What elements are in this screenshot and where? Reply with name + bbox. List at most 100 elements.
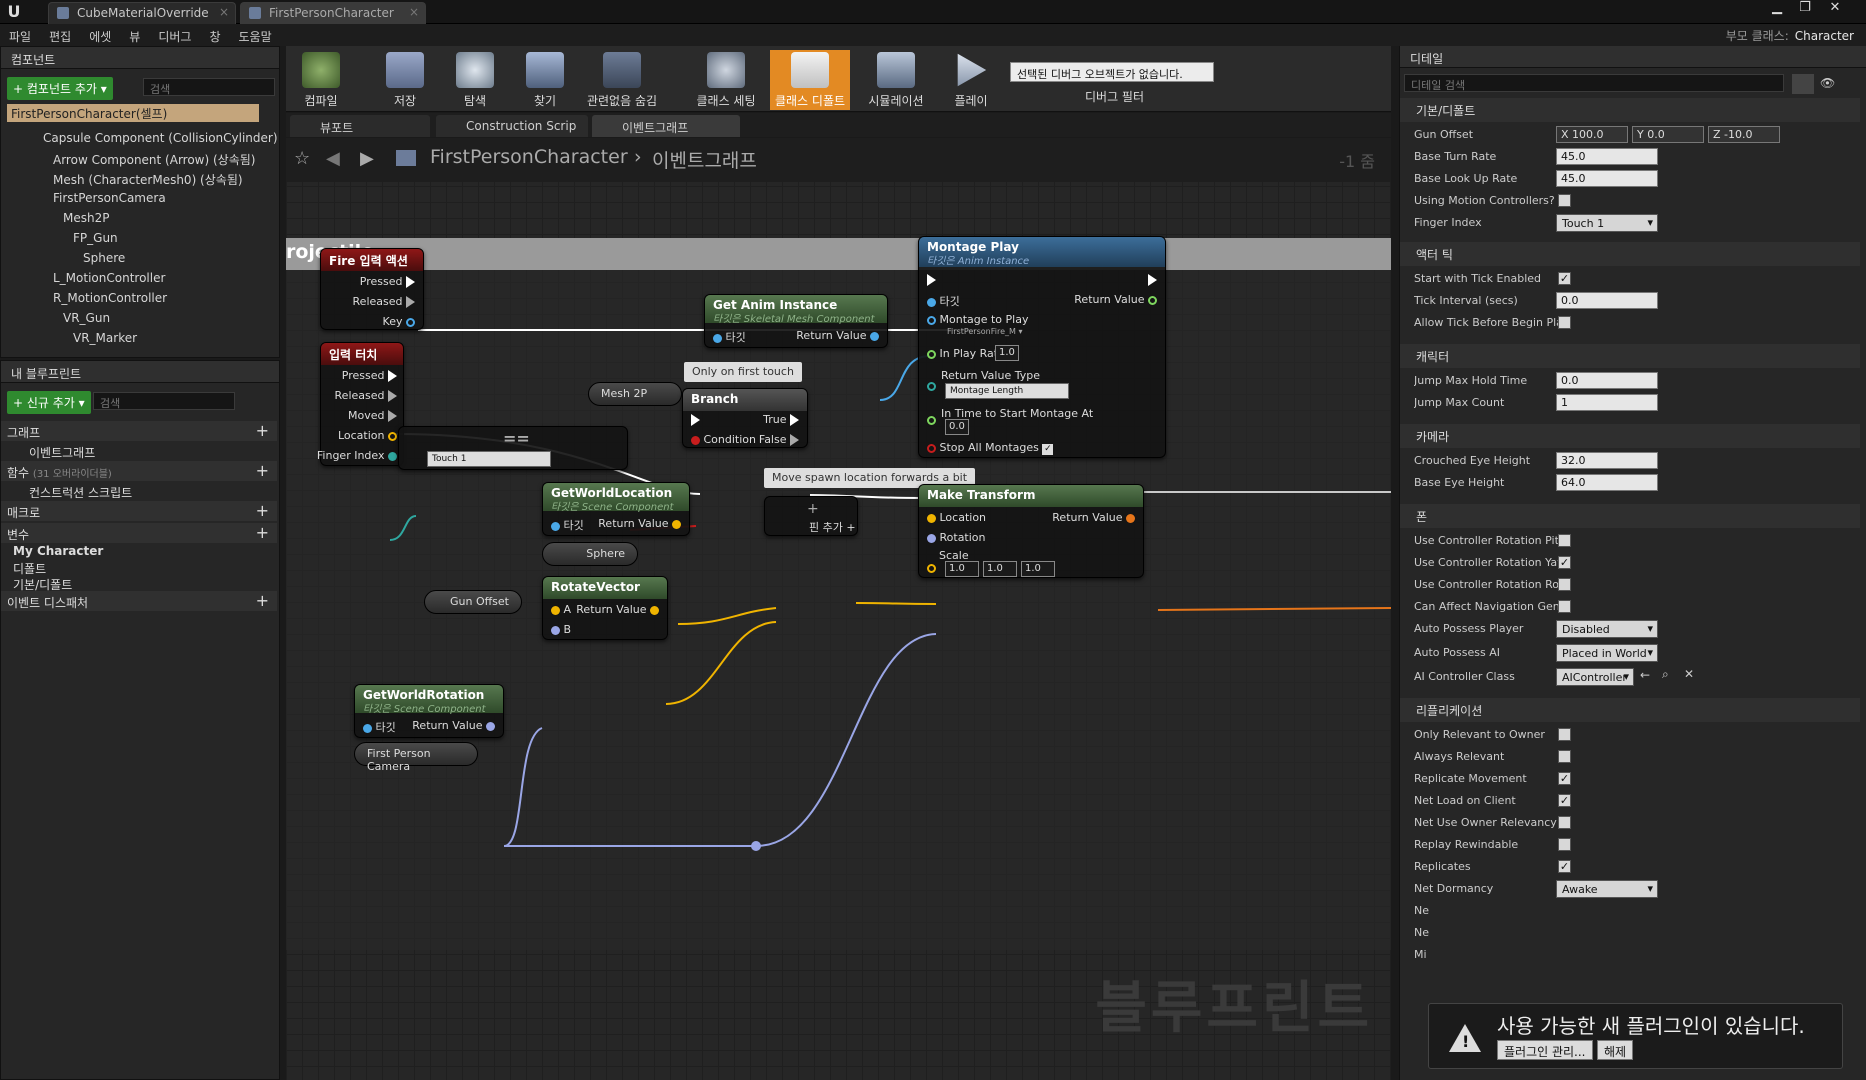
gun-offset-y-input[interactable]: Y 0.0 [1632, 126, 1704, 143]
var-first-person-camera[interactable]: First Person Camera [354, 742, 478, 773]
pin-target[interactable]: 타깃 [927, 293, 960, 309]
use-ctrl-yaw-checkbox[interactable]: ✓ [1558, 556, 1571, 569]
category-character[interactable]: 캐릭터 [1400, 344, 1860, 368]
pin-rotation[interactable]: Rotation [927, 531, 986, 544]
category-camera[interactable]: 카메라 [1400, 424, 1860, 448]
forward-arrow-icon[interactable]: ▶ [360, 148, 374, 169]
pin-finger-index[interactable]: Finger Index [317, 449, 397, 462]
auto-player-select[interactable]: Disabled [1556, 620, 1658, 638]
browse-button[interactable]: 탐색 [440, 50, 510, 110]
menu-help[interactable]: 도움말 [230, 24, 281, 45]
pin-released[interactable]: Released [335, 389, 397, 402]
debug-object-select[interactable]: 선택된 디버그 오브젝트가 없습니다. [1010, 62, 1214, 82]
pin-pressed[interactable]: Pressed [360, 275, 415, 288]
tab-construction-script[interactable]: Construction Scrip [436, 115, 588, 137]
only-relevant-checkbox[interactable] [1558, 728, 1571, 741]
menu-view[interactable]: 뷰 [120, 24, 149, 45]
ai-class-select[interactable]: AIController [1556, 668, 1634, 686]
gun-offset-z-input[interactable]: Z -10.0 [1708, 126, 1780, 143]
pin-time-start[interactable] [927, 413, 936, 426]
node-get-anim-instance[interactable]: Get Anim Instance 타깃은 Skeletal Mesh Compo… [704, 294, 888, 348]
crouched-eye-input[interactable]: 32.0 [1556, 452, 1658, 469]
node-branch[interactable]: Branch Condition True False [682, 388, 808, 448]
tree-item-vr-gun[interactable]: VR_Gun [63, 311, 110, 325]
use-selected-arrow-icon[interactable]: ← [1640, 668, 1650, 682]
time-start-input[interactable]: 0.0 [945, 419, 969, 435]
close-icon[interactable]: × [409, 5, 419, 19]
using-mc-checkbox[interactable] [1558, 194, 1571, 207]
pin-location[interactable]: Location [927, 511, 986, 524]
add-new-button[interactable]: + 신규 추가 ▾ [7, 391, 91, 414]
pin-false[interactable]: False [759, 433, 799, 446]
tab-viewport[interactable]: 뷰포트 [290, 115, 430, 137]
category-replication[interactable]: 리플리케이션 [1400, 698, 1860, 722]
find-button[interactable]: 찾기 [510, 50, 580, 110]
scale-z-input[interactable]: 1.0 [1021, 561, 1055, 577]
details-search-input[interactable]: 디테일 검색 [1404, 74, 1784, 92]
replicate-movement-checkbox[interactable]: ✓ [1558, 772, 1571, 785]
components-search-input[interactable]: 검색 [143, 78, 275, 96]
allow-tick-checkbox[interactable] [1558, 316, 1571, 329]
auto-ai-select[interactable]: Placed in World [1556, 644, 1658, 662]
section-functions[interactable]: 함수 (31 오버라이더블) + [1, 461, 277, 481]
blueprint-search-input[interactable]: 검색 [93, 392, 235, 410]
pin-exec-in[interactable] [927, 273, 936, 286]
montage-asset-select[interactable]: FirstPersonFire_M ▾ [947, 327, 1022, 336]
tree-item-arrow[interactable]: Arrow Component (Arrow) (상속됨) [53, 151, 255, 168]
pin-return[interactable]: Return Value [576, 603, 659, 616]
pin-return-value-type[interactable] [927, 379, 936, 392]
tree-item-self[interactable]: FirstPersonCharacter(셀프) [7, 104, 259, 122]
net-dormancy-select[interactable]: Awake [1556, 880, 1658, 898]
pin-return[interactable]: Return Value [1052, 511, 1135, 524]
minimize-icon[interactable]: ▁ [1764, 0, 1790, 22]
close-icon[interactable]: × [219, 5, 229, 19]
menu-asset[interactable]: 에셋 [80, 24, 120, 45]
tree-item-fp-gun[interactable]: FP_Gun [73, 231, 118, 245]
node-equal-enum[interactable]: == Touch 1 [398, 426, 628, 470]
tick-interval-input[interactable]: 0.0 [1556, 292, 1658, 309]
net-load-checkbox[interactable]: ✓ [1558, 794, 1571, 807]
menu-debug[interactable]: 디버그 [149, 24, 200, 45]
menu-window[interactable]: 창 [200, 24, 229, 45]
event-graph-canvas[interactable]: rojectile 블루프린트 ☆ ◀ ▶ FirstPersonCharact… [286, 138, 1391, 1080]
section-macro[interactable]: 매크로 + [1, 501, 277, 521]
class-defaults-button[interactable]: 클래스 디폴트 [770, 50, 850, 110]
pin-key[interactable]: Key [383, 315, 415, 328]
menu-file[interactable]: 파일 [0, 24, 40, 45]
section-graph[interactable]: 그래프 + [1, 421, 277, 441]
pin-target[interactable]: 타깃 [363, 719, 396, 735]
pin-location[interactable]: Location [338, 429, 397, 442]
maximize-icon[interactable]: ❐ [1792, 0, 1818, 22]
node-input-touch[interactable]: 입력 터치 Pressed Released Moved Location Fi… [317, 342, 404, 466]
jump-count-input[interactable]: 1 [1556, 394, 1658, 411]
item-construction-script[interactable]: 컨스트럭션 스크립트 [1, 481, 277, 501]
tree-item-mesh2p[interactable]: Mesh2P [63, 211, 109, 225]
category-basic-default[interactable]: 기본/디폴트 [1400, 98, 1860, 122]
always-relevant-checkbox[interactable] [1558, 750, 1571, 763]
breadcrumb-graph[interactable]: 이벤트그래프 [652, 146, 757, 173]
add-function-icon[interactable]: + [256, 461, 269, 480]
var-gun-offset[interactable]: Gun Offset [424, 590, 522, 614]
pin-condition[interactable]: Condition [691, 433, 756, 446]
jump-hold-input[interactable]: 0.0 [1556, 372, 1658, 389]
section-dispatcher[interactable]: 이벤트 디스패처 + [1, 591, 277, 611]
node-make-transform[interactable]: Make Transform Location Return Value Rot… [918, 484, 1144, 578]
base-turn-rate-input[interactable]: 45.0 [1556, 148, 1658, 165]
pin-montage-to-play[interactable]: Montage to Play [927, 313, 1028, 326]
tab-first-person-character[interactable]: FirstPersonCharacter × [240, 2, 426, 24]
pin-target[interactable]: 타깃 [551, 517, 584, 533]
pin-return[interactable]: Return Value [598, 517, 681, 530]
menu-edit[interactable]: 편집 [40, 24, 80, 45]
category-pawn[interactable]: 폰 [1400, 504, 1860, 528]
browse-search-icon[interactable]: ⌕ [1662, 667, 1669, 682]
dismiss-button[interactable]: 해제 [1597, 1040, 1634, 1060]
section-variables[interactable]: 변수 + [1, 523, 277, 543]
node-get-world-location[interactable]: GetWorldLocation 타깃은 Scene Component 타깃 R… [542, 482, 690, 536]
replay-rewindable-checkbox[interactable] [1558, 838, 1571, 851]
pin-stop-all[interactable]: Stop All Montages ✓ [927, 441, 1054, 455]
tree-item-r-motion[interactable]: R_MotionController [53, 291, 167, 305]
simulation-button[interactable]: 시뮬레이션 [856, 50, 936, 110]
item-basic-default[interactable]: 기본/디폴트 [1, 573, 277, 593]
compile-button[interactable]: 컴파일 [286, 50, 356, 110]
close-window-icon[interactable]: ✕ [1822, 0, 1848, 22]
